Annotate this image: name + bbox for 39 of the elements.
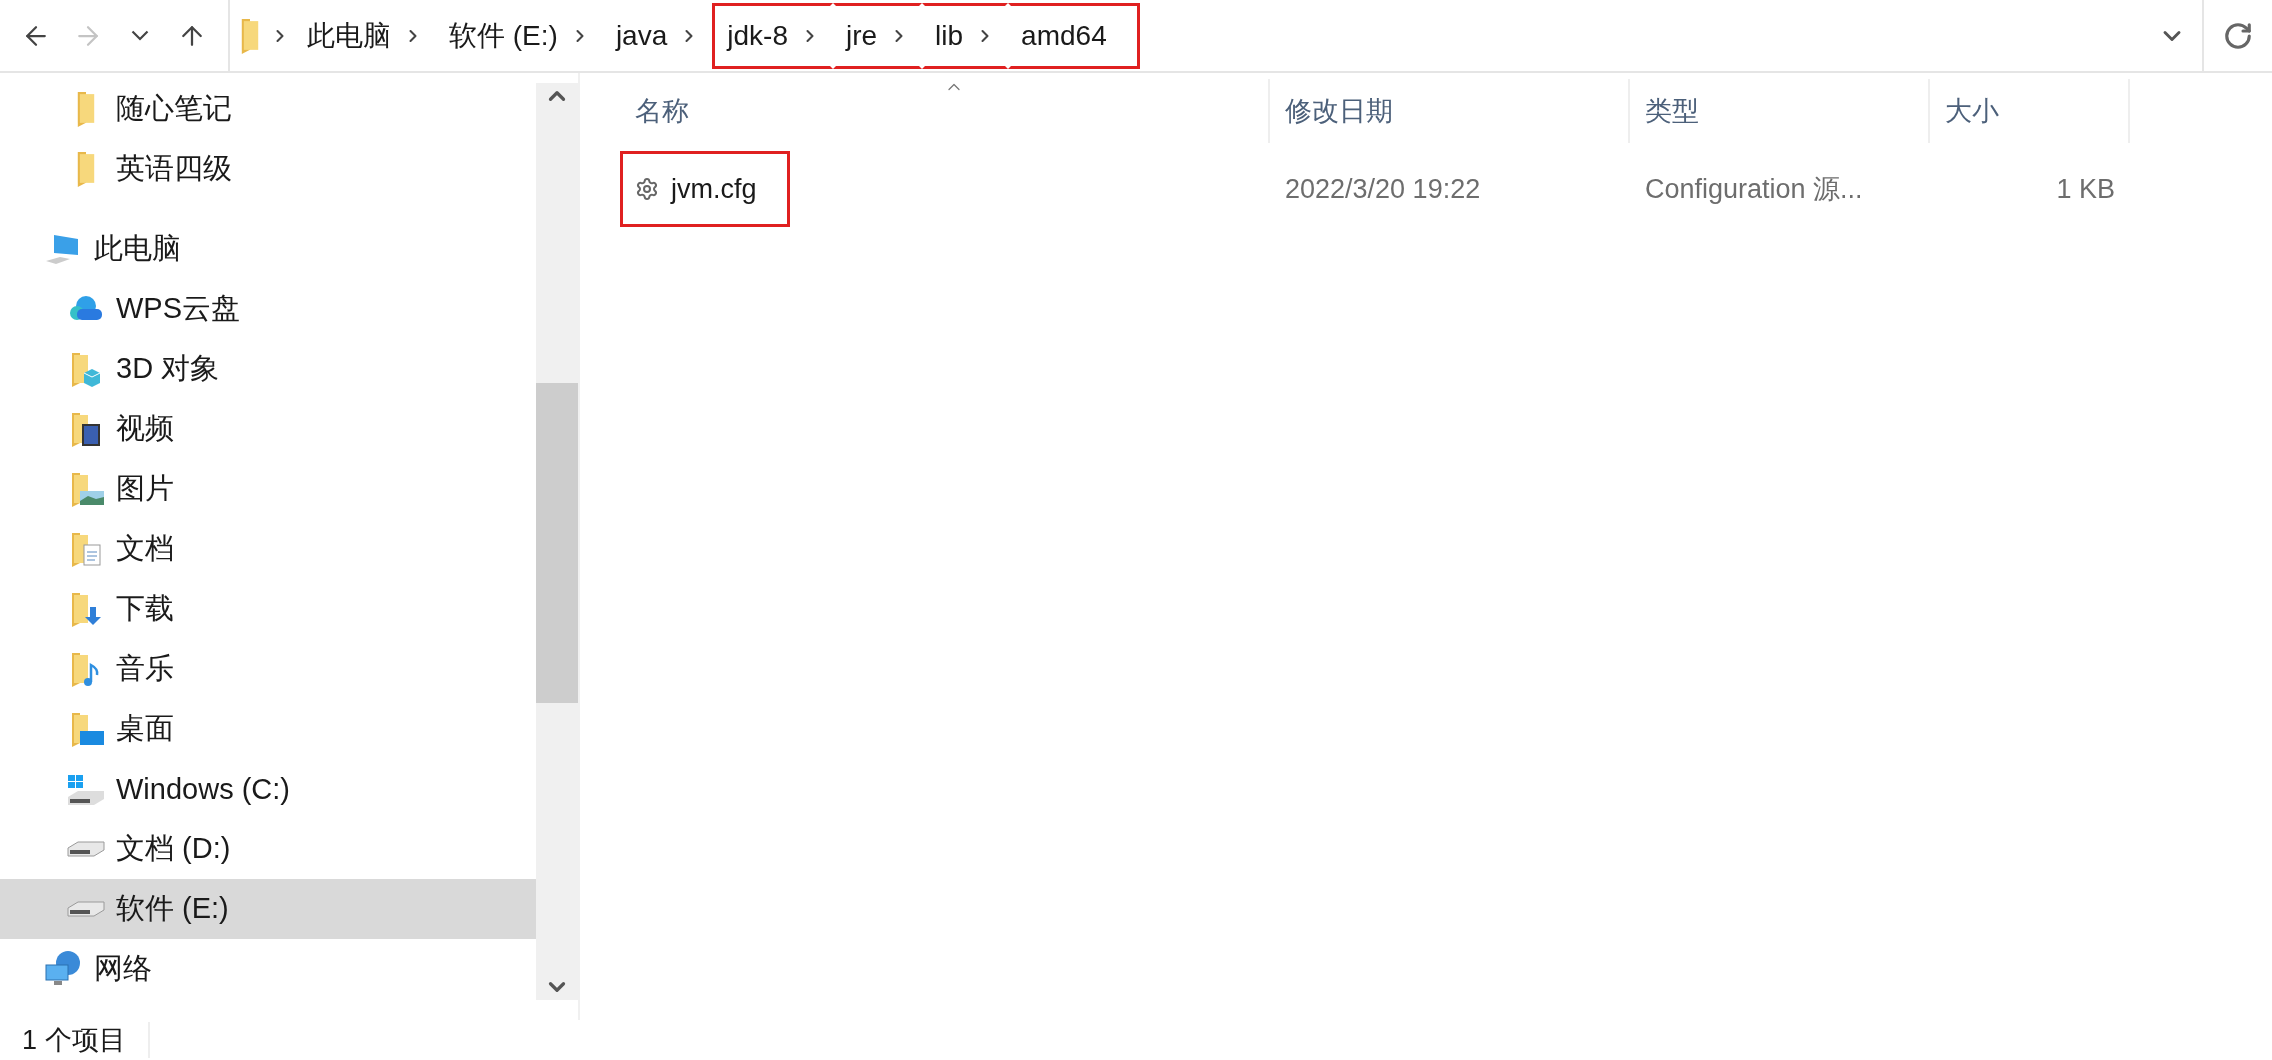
- table-cell-text: 2022/3/20 19:22: [1284, 173, 1482, 205]
- sidebar-item[interactable]: 随心笔记: [0, 79, 536, 139]
- address-bar[interactable]: 此电脑 软件 (E:) java jdk-8 jre lib amd64: [228, 0, 2202, 72]
- sidebar-item[interactable]: 网络: [0, 939, 536, 999]
- breadcrumb[interactable]: 此电脑: [294, 2, 436, 69]
- sidebar-item[interactable]: 下载: [0, 579, 536, 639]
- scrollbar-thumb[interactable]: [536, 383, 578, 703]
- sidebar-item[interactable]: 文档 (D:): [0, 819, 536, 879]
- file-name[interactable]: jvm.cfg: [620, 151, 790, 227]
- sidebar-item[interactable]: 文档: [0, 519, 536, 579]
- column-header[interactable]: 名称: [620, 79, 1270, 143]
- sidebar-item[interactable]: 软件 (E:): [0, 879, 536, 939]
- sidebar-item[interactable]: 桌面: [0, 699, 536, 759]
- table-cell-text: Configuration 源...: [1644, 173, 1864, 206]
- breadcrumb[interactable]: java: [602, 2, 713, 69]
- sidebar-item[interactable]: 视频: [0, 399, 536, 459]
- folder-icon: [240, 16, 260, 55]
- breadcrumb[interactable]: 软件 (E:): [436, 2, 603, 69]
- column-header[interactable]: 类型: [1630, 79, 1930, 143]
- table-cell-text: 1 KB: [2055, 173, 2116, 205]
- status-text: 1 个项目: [0, 1022, 150, 1058]
- sidebar-item[interactable]: 3D 对象: [0, 339, 536, 399]
- breadcrumb[interactable]: amd64: [1008, 2, 1140, 69]
- chevron-down-icon: [131, 30, 149, 41]
- column-header[interactable]: 大小: [1930, 79, 2130, 143]
- scrollbar[interactable]: [536, 83, 578, 1000]
- refresh-icon: [2223, 20, 2253, 51]
- sidebar-item[interactable]: Windows (C:): [0, 759, 536, 819]
- sidebar-item[interactable]: 此电脑: [0, 219, 536, 279]
- column-header[interactable]: 修改日期: [1270, 79, 1630, 143]
- file-row[interactable]: jvm.cfg 2022/3/20 19:22 Configuration 源... 1 KB: [620, 149, 2272, 229]
- breadcrumb[interactable]: jre: [832, 2, 923, 69]
- sidebar-item[interactable]: WPS云盘: [0, 279, 536, 339]
- breadcrumb[interactable]: lib: [922, 2, 1009, 69]
- sidebar-item[interactable]: 英语四级: [0, 139, 536, 199]
- breadcrumb[interactable]: jdk-8: [712, 2, 833, 69]
- sidebar-item[interactable]: 图片: [0, 459, 536, 519]
- settings-file-icon: [635, 177, 659, 201]
- sidebar-item[interactable]: 音乐: [0, 639, 536, 699]
